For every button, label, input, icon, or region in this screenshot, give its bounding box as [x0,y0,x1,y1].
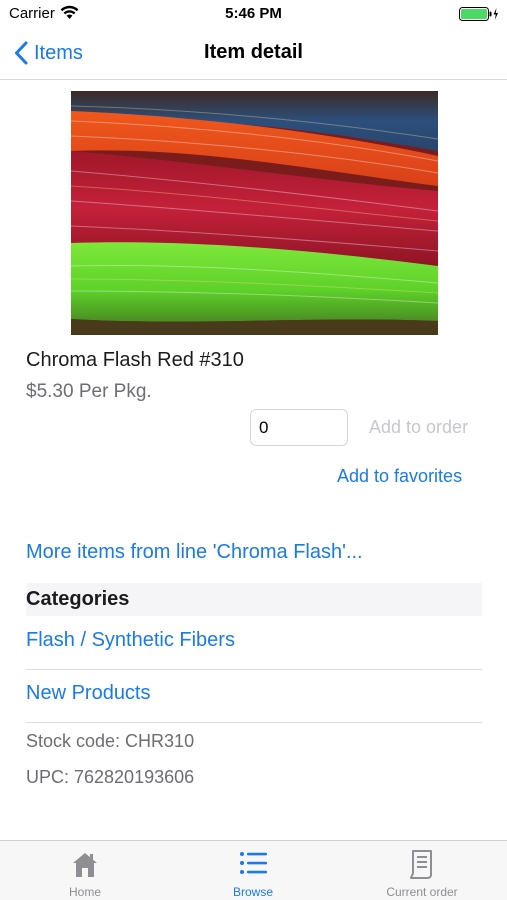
item-price: $5.30 Per Pkg. [26,381,152,402]
navigation-bar: Items Item detail [0,28,507,80]
add-to-favorites-button[interactable]: Add to favorites [337,466,462,487]
charging-icon [493,8,498,20]
more-items-link[interactable]: More items from line 'Chroma Flash'... [26,541,363,564]
receipt-icon [410,850,432,879]
status-bar: Carrier 5:46 PM [0,0,507,28]
category-link-flash-synthetic-fibers[interactable]: Flash / Synthetic Fibers [26,629,235,652]
page-title: Item detail [204,41,303,63]
add-to-order-button[interactable]: Add to order [369,417,468,438]
quantity-input[interactable] [250,409,348,446]
tab-browse[interactable]: Browse [213,841,293,900]
tab-home[interactable]: Home [45,841,125,900]
tab-label: Browse [232,885,273,899]
categories-title: Categories [26,588,130,610]
tab-bar: Home Browse Current order [0,840,507,900]
battery-icon [459,7,498,21]
home-icon [73,853,97,877]
categories-section-header: Categories [26,583,482,616]
divider [26,722,482,723]
upc-code: UPC: 762820193606 [26,767,195,787]
stock-code: Stock code: CHR310 [26,731,195,751]
tab-current-order[interactable]: Current order [372,841,472,900]
tab-label: Home [68,885,101,899]
category-link-new-products[interactable]: New Products [26,682,151,705]
tab-label: Current order [386,885,458,899]
divider [26,669,482,670]
clock: 5:46 PM [225,5,282,22]
list-icon [240,852,267,874]
product-photo [71,91,438,335]
item-name: Chroma Flash Red #310 [26,349,244,371]
